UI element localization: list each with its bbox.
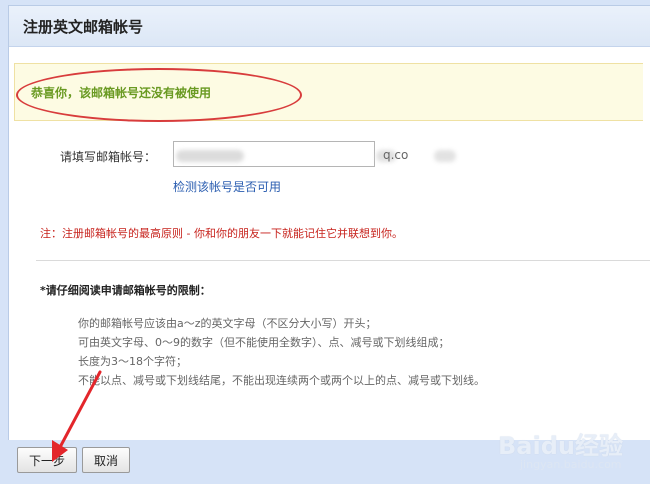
watermark-logo: Baidu经验 [498,432,623,460]
email-label: 请填写邮箱帐号： [60,150,157,164]
email-domain-suffix: q.co [383,148,409,162]
redacted-account-name [176,150,244,162]
rule-item: 长度为3～18个字符； [78,355,187,368]
naming-note: 注：注册邮箱帐号的最高原则 - 你和你的朋友一下就能记住它并联想到你。 [40,227,403,240]
rules-heading: *请仔细阅读申请邮箱帐号的限制： [40,284,211,297]
next-step-button[interactable]: 下一步 [17,447,77,473]
rule-item: 可由英文字母、0～9的数字（但不能使用全数字）、点、减号或下划线组成； [78,336,450,349]
dialog-title: 注册英文邮箱帐号 [23,18,144,36]
dialog-titlebar: 注册英文邮箱帐号 [9,6,650,47]
section-divider [36,260,650,261]
check-availability-link[interactable]: 检测该帐号是否可用 [173,178,281,195]
watermark-url: jingyan.baidu.com [520,458,622,471]
redacted-domain-end [434,150,456,162]
rules-list: 你的邮箱帐号应该由a～z的英文字母（不区分大小写）开头； 可由英文字母、0～9的… [78,314,485,390]
rule-item: 不能以点、减号或下划线结尾，不能出现连续两个或两个以上的点、减号或下划线。 [78,374,485,387]
rule-item: 你的邮箱帐号应该由a～z的英文字母（不区分大小写）开头； [78,317,377,330]
cancel-button[interactable]: 取消 [82,447,130,473]
highlight-oval [16,68,302,122]
